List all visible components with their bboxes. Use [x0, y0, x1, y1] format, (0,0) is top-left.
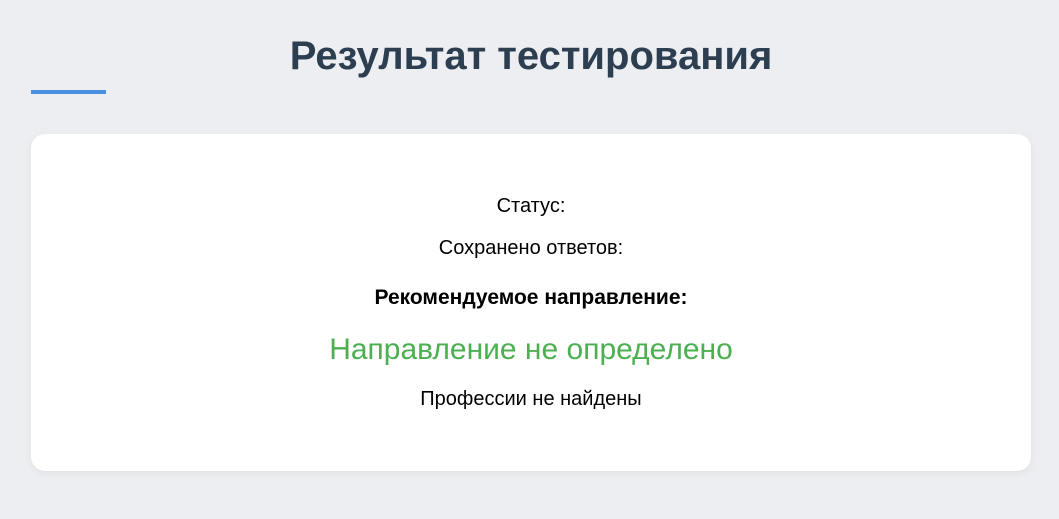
direction-value: Направление не определено [329, 333, 733, 366]
page-title: Результат тестирования [289, 34, 773, 78]
status-label: Статус: [496, 195, 566, 217]
professions-message: Профессии не найдены [420, 388, 642, 410]
result-card: Статус: Сохранено ответов: Рекомендуемое… [31, 134, 1031, 471]
title-underline [31, 90, 106, 94]
recommended-direction-heading: Рекомендуемое направление: [374, 286, 688, 309]
saved-answers-label: Сохранено ответов: [438, 237, 624, 259]
